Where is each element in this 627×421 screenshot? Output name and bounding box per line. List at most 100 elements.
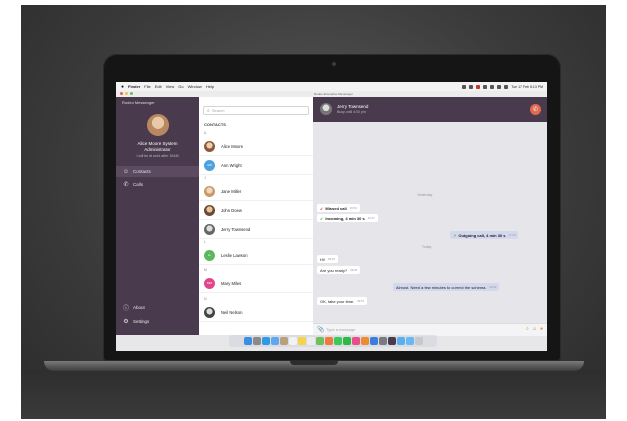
dock-facetime-icon[interactable] [342, 337, 351, 345]
dock-appstore-icon[interactable] [369, 337, 378, 345]
message-bubble[interactable]: Are you ready? 09:40 [317, 266, 361, 274]
microphone-icon[interactable]: ● [540, 326, 543, 332]
contact-row[interactable]: Jerry Townsend [199, 220, 313, 239]
contact-row[interactable]: LL Leslie Lawson [199, 246, 313, 265]
dock-finder-icon[interactable] [243, 337, 252, 345]
message-input[interactable]: Type a message [326, 327, 355, 332]
contact-row[interactable]: Jane Miller [199, 182, 313, 201]
user-status[interactable]: I will be at work after 10AM [116, 154, 199, 158]
nav-about[interactable]: ⓘ About [116, 302, 199, 313]
dock-reminders-icon[interactable] [306, 337, 315, 345]
call-button[interactable]: ✆ [530, 104, 541, 115]
menu-file[interactable]: File [144, 84, 150, 89]
message-text: OK, take your time. [320, 298, 355, 304]
contact-avatar [204, 185, 215, 197]
contact-row[interactable]: AW Ann Wright [199, 156, 313, 175]
message-bubble[interactable]: Almost. Need a few minutes to correct th… [393, 283, 500, 291]
nav-calls-label: Calls [133, 182, 144, 187]
dock-notes-icon[interactable] [297, 337, 306, 345]
dock-mail-icon[interactable] [270, 337, 279, 345]
status-icon[interactable] [462, 84, 467, 89]
apple-icon[interactable]: ● [121, 84, 124, 90]
nav-calls[interactable]: ✆ Calls [116, 179, 199, 190]
zoom-window-button[interactable] [130, 92, 133, 95]
dock-photos-icon[interactable] [324, 337, 333, 345]
dock-contacts-icon[interactable] [279, 337, 288, 345]
contact-row[interactable]: John Doew [199, 201, 313, 220]
dock-preferences-icon[interactable] [378, 337, 387, 345]
message-text: Outgoing call, 4 min 30 s [458, 232, 506, 238]
message-time: 16:17 [367, 216, 375, 220]
message-bubble[interactable]: ↗ Outgoing call, 4 min 30 s 17:29 [450, 231, 519, 239]
dock-calendar-icon[interactable] [288, 337, 297, 345]
status-icon[interactable] [469, 84, 474, 89]
nav-contacts-label: Contacts [133, 169, 151, 174]
status-icon[interactable] [490, 84, 495, 89]
user-name-line2: Administrator [144, 147, 171, 152]
contact-name: Ann Wright [221, 162, 242, 168]
status-icon[interactable] [476, 84, 481, 89]
close-window-button[interactable] [120, 92, 123, 95]
contact-name: Leslie Lawson [221, 252, 248, 258]
phone-icon: ✆ [123, 182, 129, 188]
dock-downloads-icon[interactable] [405, 337, 414, 345]
message-time: 09:57 [357, 299, 365, 303]
gear-icon: ⚙ [123, 319, 129, 325]
status-icon[interactable] [483, 84, 488, 89]
message-bubble[interactable]: Hi! 09:33 [317, 255, 338, 263]
message-time: 09:33 [327, 257, 335, 261]
contact-row[interactable]: Neil Nelson [199, 303, 313, 322]
message-bubble[interactable]: OK, take your time. 09:57 [317, 297, 368, 305]
contact-avatar: LL [204, 249, 215, 261]
contact-avatar [204, 140, 215, 152]
nav-settings[interactable]: ⚙ Settings [116, 316, 199, 327]
attach-icon[interactable]: 📎 [317, 326, 324, 333]
phone-icon: ✆ [532, 107, 539, 113]
emoji-icon[interactable]: ☺ [532, 326, 537, 332]
contact-row[interactable]: MM Mary Miles [199, 274, 313, 293]
contact-avatar [204, 223, 215, 235]
group-letter: N [204, 297, 207, 301]
day-separator: Today [422, 245, 432, 249]
dock-messenger-icon[interactable] [387, 337, 396, 345]
message-time: 17:29 [508, 233, 516, 237]
message-text: Hi! [320, 256, 325, 262]
contact-row[interactable]: Alice Moore [199, 137, 313, 156]
contact-avatar: AW [204, 159, 215, 171]
dock-safari-icon[interactable] [261, 337, 270, 345]
clock[interactable]: Tue 17 Feb 5:13 PM [511, 85, 543, 89]
menu-go[interactable]: Go [178, 84, 183, 89]
message-bubble[interactable]: ↙ Missed call 15:54 [317, 204, 360, 212]
dock-ibooks-icon[interactable] [360, 337, 369, 345]
message-bubble[interactable]: ↙ Incoming, 4 min 30 s 16:17 [317, 214, 378, 222]
dock-launchpad-icon[interactable] [252, 337, 261, 345]
status-area: Tue 17 Feb 5:13 PM [462, 82, 543, 91]
menu-edit[interactable]: Edit [155, 84, 162, 89]
menu-view[interactable]: View [166, 84, 175, 89]
search-icon[interactable]: ⌕ [526, 326, 529, 332]
nav-contacts[interactable]: ☺ Contacts [116, 166, 199, 177]
search-icon: ⌕ [207, 107, 210, 114]
battery-icon[interactable] [504, 84, 509, 89]
laptop-notch [290, 361, 338, 365]
menu-finder[interactable]: Finder [128, 84, 140, 89]
screen: ● Finder File Edit View Go Window Help T… [116, 82, 547, 351]
minimize-window-button[interactable] [125, 92, 128, 95]
window-title: Rodeo Enterprise Messenger [314, 92, 354, 96]
dock-maps-icon[interactable] [315, 337, 324, 345]
search-input[interactable]: ⌕ Search [203, 106, 309, 115]
menu-help[interactable]: Help [206, 84, 214, 89]
dock-trash-icon[interactable] [414, 337, 423, 345]
chat-contact-avatar[interactable] [320, 103, 332, 115]
dock-itunes-icon[interactable] [351, 337, 360, 345]
wifi-icon[interactable] [497, 84, 502, 89]
contact-name: Neil Nelson [221, 309, 243, 315]
dock-messages-icon[interactable] [333, 337, 342, 345]
menu-window[interactable]: Window [188, 84, 202, 89]
menubar: ● Finder File Edit View Go Window Help T… [116, 82, 547, 91]
contacts-header: CONTACTS [204, 122, 226, 127]
user-name: Alice Moore System Administrator [116, 141, 199, 153]
user-avatar[interactable] [147, 114, 169, 136]
dock-folder-icon[interactable] [396, 337, 405, 345]
floor [21, 370, 606, 419]
